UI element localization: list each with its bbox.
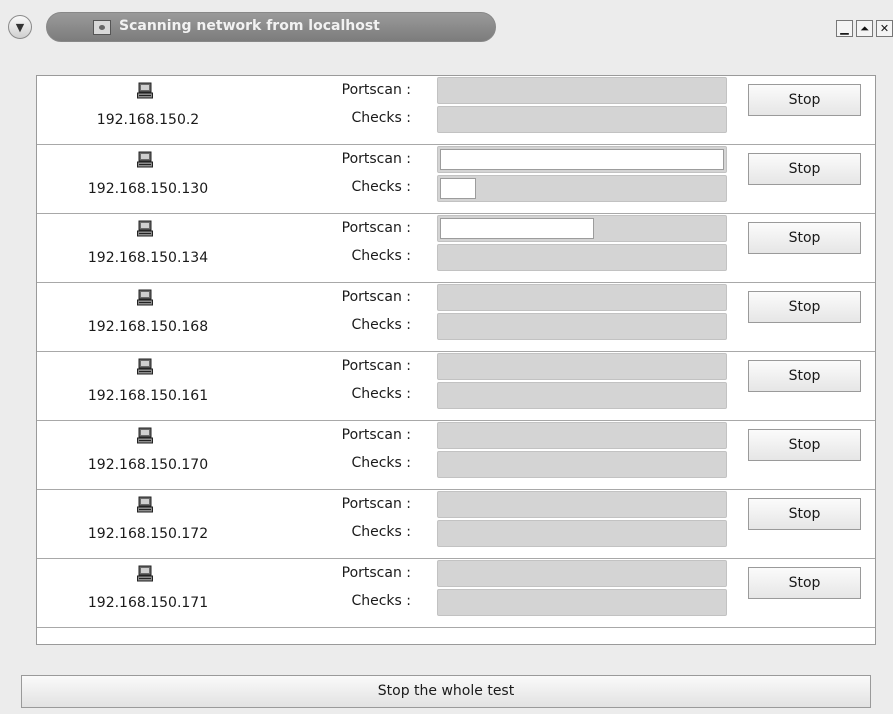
stop-host-button[interactable]: Stop — [748, 429, 861, 461]
host-row: 192.168.150.161 Portscan : Checks : Stop — [37, 352, 875, 421]
host-ip: 192.168.150.172 — [87, 526, 209, 542]
portscan-progress-bar — [437, 422, 727, 449]
portscan-progress-bar — [437, 560, 727, 587]
portscan-progress-bar — [437, 284, 727, 311]
checks-label: Checks : — [351, 524, 411, 540]
portscan-label: Portscan : — [341, 82, 411, 98]
chevron-down-icon: ▼ — [15, 20, 25, 34]
portscan-progress-fill — [440, 218, 595, 239]
host-ip: 192.168.150.161 — [87, 388, 209, 404]
minimize-button[interactable]: ▁ — [836, 20, 853, 37]
host-row: 192.168.150.171 Portscan : Checks : Stop — [37, 559, 875, 628]
portscan-progress-bar — [437, 215, 727, 242]
checks-progress-bar — [437, 175, 727, 202]
portscan-label: Portscan : — [341, 427, 411, 443]
close-button[interactable]: ✕ — [876, 20, 893, 37]
window-controls: ▁ ⏶ ✕ — [836, 20, 893, 37]
checks-progress-bar — [437, 520, 727, 547]
checks-label: Checks : — [351, 593, 411, 609]
checks-progress-fill — [440, 178, 477, 199]
portscan-label: Portscan : — [341, 358, 411, 374]
portscan-progress-fill — [440, 149, 724, 170]
window-title: Scanning network from localhost — [119, 18, 380, 34]
checks-label: Checks : — [351, 110, 411, 126]
checks-progress-bar — [437, 313, 727, 340]
portscan-label: Portscan : — [341, 220, 411, 236]
checks-label: Checks : — [351, 455, 411, 471]
stop-host-button[interactable]: Stop — [748, 360, 861, 392]
host-ip: 192.168.150.170 — [87, 457, 209, 473]
host-ip: 192.168.150.171 — [87, 595, 209, 611]
stop-whole-test-button[interactable]: Stop the whole test — [21, 675, 871, 708]
checks-label: Checks : — [351, 386, 411, 402]
checks-label: Checks : — [351, 248, 411, 264]
portscan-progress-bar — [437, 491, 727, 518]
stop-host-button[interactable]: Stop — [748, 153, 861, 185]
portscan-label: Portscan : — [341, 496, 411, 512]
host-ip: 192.168.150.168 — [87, 319, 209, 335]
checks-progress-bar — [437, 106, 727, 133]
host-row: 192.168.150.134 Portscan : Checks : Stop — [37, 214, 875, 283]
host-row: 192.168.150.130 Portscan : Checks : Stop — [37, 145, 875, 214]
portscan-label: Portscan : — [341, 289, 411, 305]
title-bar: ▼ Scanning network from localhost ▁ ⏶ ✕ — [0, 0, 893, 44]
eye-icon — [93, 20, 111, 35]
portscan-label: Portscan : — [341, 565, 411, 581]
title-pill: Scanning network from localhost — [46, 12, 496, 42]
computer-icon — [137, 427, 153, 445]
checks-label: Checks : — [351, 179, 411, 195]
host-row: 192.168.150.2 Portscan : Checks : Stop — [37, 76, 875, 145]
computer-icon — [137, 82, 153, 100]
portscan-progress-bar — [437, 353, 727, 380]
host-ip: 192.168.150.2 — [96, 112, 200, 128]
checks-progress-bar — [437, 451, 727, 478]
window-menu-button[interactable]: ▼ — [8, 15, 32, 39]
stop-host-button[interactable]: Stop — [748, 567, 861, 599]
checks-label: Checks : — [351, 317, 411, 333]
host-ip: 192.168.150.134 — [87, 250, 209, 266]
host-ip: 192.168.150.130 — [87, 181, 209, 197]
computer-icon — [137, 220, 153, 238]
host-list: 192.168.150.2 Portscan : Checks : Stop 1… — [36, 75, 876, 645]
computer-icon — [137, 151, 153, 169]
stop-host-button[interactable]: Stop — [748, 498, 861, 530]
host-row: 192.168.150.168 Portscan : Checks : Stop — [37, 283, 875, 352]
stop-host-button[interactable]: Stop — [748, 84, 861, 116]
portscan-progress-bar — [437, 77, 727, 104]
computer-icon — [137, 358, 153, 376]
maximize-button[interactable]: ⏶ — [856, 20, 873, 37]
host-row: 192.168.150.170 Portscan : Checks : Stop — [37, 421, 875, 490]
host-row: 192.168.150.172 Portscan : Checks : Stop — [37, 490, 875, 559]
portscan-label: Portscan : — [341, 151, 411, 167]
stop-host-button[interactable]: Stop — [748, 222, 861, 254]
portscan-progress-bar — [437, 146, 727, 173]
stop-host-button[interactable]: Stop — [748, 291, 861, 323]
checks-progress-bar — [437, 589, 727, 616]
checks-progress-bar — [437, 244, 727, 271]
computer-icon — [137, 289, 153, 307]
checks-progress-bar — [437, 382, 727, 409]
computer-icon — [137, 565, 153, 583]
computer-icon — [137, 496, 153, 514]
